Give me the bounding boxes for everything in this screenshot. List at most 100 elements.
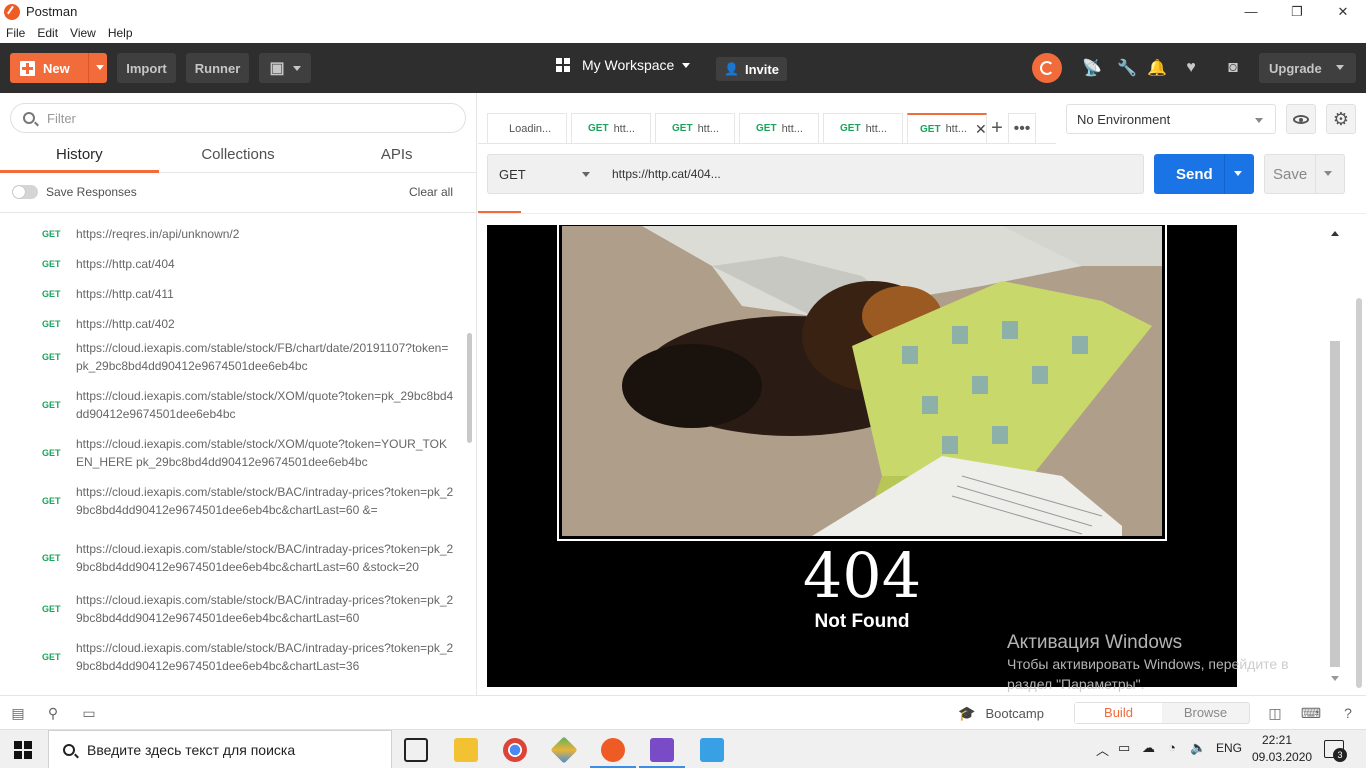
- new-button-label: New: [43, 60, 70, 76]
- scroll-up-icon[interactable]: [1331, 231, 1339, 236]
- tab-apis[interactable]: APIs: [317, 141, 476, 173]
- url-input[interactable]: https://http.cat/404...: [602, 154, 1144, 194]
- clock-date: 09.03.2020: [1252, 750, 1313, 764]
- list-item[interactable]: GET https://http.cat/404: [0, 255, 470, 273]
- more-tabs-button[interactable]: •••: [1008, 113, 1036, 143]
- volume-icon[interactable]: 🔈: [1190, 740, 1206, 756]
- runner-button[interactable]: Runner: [186, 53, 249, 83]
- browse-tab[interactable]: Browse: [1162, 703, 1249, 723]
- menu-file[interactable]: File: [6, 26, 25, 40]
- list-item[interactable]: GET https://reqres.in/api/unknown/2: [0, 225, 470, 243]
- request-tab[interactable]: GET htt...: [739, 113, 819, 143]
- send-button[interactable]: Send: [1154, 154, 1254, 194]
- tab-collections[interactable]: Collections: [159, 141, 318, 173]
- keyboard-icon[interactable]: ⌨: [1301, 704, 1321, 722]
- clock[interactable]: 22:21 09.03.2020: [1252, 732, 1313, 766]
- new-dropdown-caret-icon[interactable]: [96, 65, 104, 70]
- save-responses-toggle[interactable]: Save Responses: [12, 185, 137, 199]
- two-pane-view-icon[interactable]: ◫: [1266, 704, 1284, 722]
- window-title: Postman: [26, 4, 78, 19]
- show-hidden-icons-icon[interactable]: ︿: [1096, 740, 1109, 759]
- maximize-button[interactable]: ❐: [1274, 0, 1320, 23]
- close-icon[interactable]: ✕: [975, 121, 987, 138]
- invite-button[interactable]: 👤 Invite: [716, 57, 787, 81]
- request-tab[interactable]: GET htt...: [571, 113, 651, 143]
- list-item[interactable]: GET https://cloud.iexapis.com/stable/sto…: [0, 483, 470, 519]
- cat-photo: [562, 226, 1162, 536]
- list-item[interactable]: GET https://cloud.iexapis.com/stable/sto…: [0, 639, 470, 675]
- manage-environments-button[interactable]: ⚙: [1326, 104, 1356, 134]
- visual-studio-icon[interactable]: [650, 738, 674, 762]
- profile-icon[interactable]: ◙: [1223, 58, 1243, 78]
- save-dropdown-icon[interactable]: [1324, 171, 1332, 176]
- heart-icon[interactable]: ♥: [1181, 58, 1201, 78]
- list-item[interactable]: GET https://cloud.iexapis.com/stable/sto…: [0, 591, 470, 627]
- list-item[interactable]: GET https://cloud.iexapis.com/stable/sto…: [0, 531, 470, 585]
- clear-all-link[interactable]: Clear all: [409, 185, 453, 199]
- new-window-button[interactable]: ▣: [259, 53, 311, 83]
- history-url: https://cloud.iexapis.com/stable/stock/B…: [76, 542, 454, 574]
- main-scrollbar[interactable]: [1356, 298, 1362, 688]
- photos-icon[interactable]: [700, 738, 724, 762]
- satellite-icon[interactable]: 📡: [1082, 58, 1102, 78]
- help-icon[interactable]: ?: [1339, 704, 1357, 722]
- request-tab[interactable]: Loadin...: [487, 113, 567, 143]
- environment-label: No Environment: [1077, 111, 1171, 127]
- history-url: https://cloud.iexapis.com/stable/stock/B…: [76, 593, 454, 625]
- chrome-icon[interactable]: [503, 738, 527, 762]
- wrench-icon[interactable]: 🔧: [1117, 58, 1137, 78]
- windows-start-icon[interactable]: [14, 741, 32, 759]
- battery-icon[interactable]: ▭: [1118, 740, 1130, 756]
- sidebar-scrollbar[interactable]: [467, 333, 472, 443]
- task-view-icon[interactable]: [404, 738, 428, 762]
- list-item[interactable]: GET https://cloud.iexapis.com/stable/sto…: [0, 387, 470, 423]
- upgrade-button[interactable]: Upgrade: [1259, 53, 1356, 83]
- file-explorer-icon[interactable]: [454, 738, 478, 762]
- sync-button[interactable]: [1032, 53, 1062, 83]
- filter-input[interactable]: [47, 110, 427, 126]
- scroll-down-icon[interactable]: [1331, 676, 1339, 681]
- method-select[interactable]: GET: [487, 154, 603, 194]
- wifi-icon[interactable]: ◔: [1168, 740, 1176, 755]
- request-tab[interactable]: GET htt...: [823, 113, 903, 143]
- method-badge: GET: [42, 553, 61, 563]
- save-button[interactable]: Save: [1264, 154, 1345, 194]
- language-indicator[interactable]: ENG: [1216, 741, 1242, 755]
- toggle-switch[interactable]: [12, 185, 38, 199]
- tab-method: GET: [920, 123, 941, 135]
- postman-taskbar-icon[interactable]: [601, 738, 625, 762]
- taskbar-search-placeholder: Введите здесь текст для поиска: [87, 741, 296, 758]
- filter-box[interactable]: [10, 103, 466, 133]
- bootcamp-link[interactable]: 🎓 Bootcamp: [958, 705, 1044, 722]
- list-item[interactable]: GET https://cloud.iexapis.com/stable/sto…: [0, 435, 470, 471]
- environment-quick-look-button[interactable]: [1286, 104, 1316, 134]
- find-icon[interactable]: ⚲: [44, 704, 62, 722]
- sidebar-toggle-icon[interactable]: ▤: [9, 704, 27, 722]
- tab-history[interactable]: History: [0, 141, 159, 173]
- console-icon[interactable]: ▭: [80, 704, 98, 722]
- minimize-button[interactable]: —: [1228, 0, 1274, 23]
- menu-view[interactable]: View: [70, 26, 96, 40]
- add-tab-button[interactable]: +: [986, 113, 1008, 143]
- build-tab[interactable]: Build: [1075, 703, 1162, 723]
- menu-help[interactable]: Help: [108, 26, 133, 40]
- import-button[interactable]: Import: [117, 53, 176, 83]
- request-tab[interactable]: GET htt...: [655, 113, 735, 143]
- request-tab-active[interactable]: GET htt... ✕: [907, 113, 987, 143]
- taskbar-search[interactable]: Введите здесь текст для поиска: [48, 730, 392, 768]
- menu-edit[interactable]: Edit: [37, 26, 58, 40]
- new-button[interactable]: New: [10, 53, 107, 83]
- send-dropdown-icon[interactable]: [1234, 171, 1242, 176]
- environment-select[interactable]: No Environment: [1066, 104, 1276, 134]
- cloud-icon[interactable]: ☁: [1142, 740, 1155, 756]
- list-item[interactable]: GET https://cloud.iexapis.com/stable/sto…: [0, 339, 470, 375]
- list-item[interactable]: GET https://http.cat/411: [0, 285, 470, 303]
- list-item[interactable]: GET https://http.cat/402: [0, 315, 470, 333]
- app-icon[interactable]: [550, 736, 578, 764]
- close-button[interactable]: ✕: [1320, 0, 1366, 23]
- workspace-selector[interactable]: My Workspace: [556, 57, 691, 73]
- title-bar: Postman — ❐ ✕: [0, 0, 1366, 23]
- bell-icon[interactable]: 🔔: [1147, 58, 1167, 78]
- url-text: https://http.cat/404...: [612, 167, 721, 181]
- response-scrollbar[interactable]: [1330, 341, 1340, 667]
